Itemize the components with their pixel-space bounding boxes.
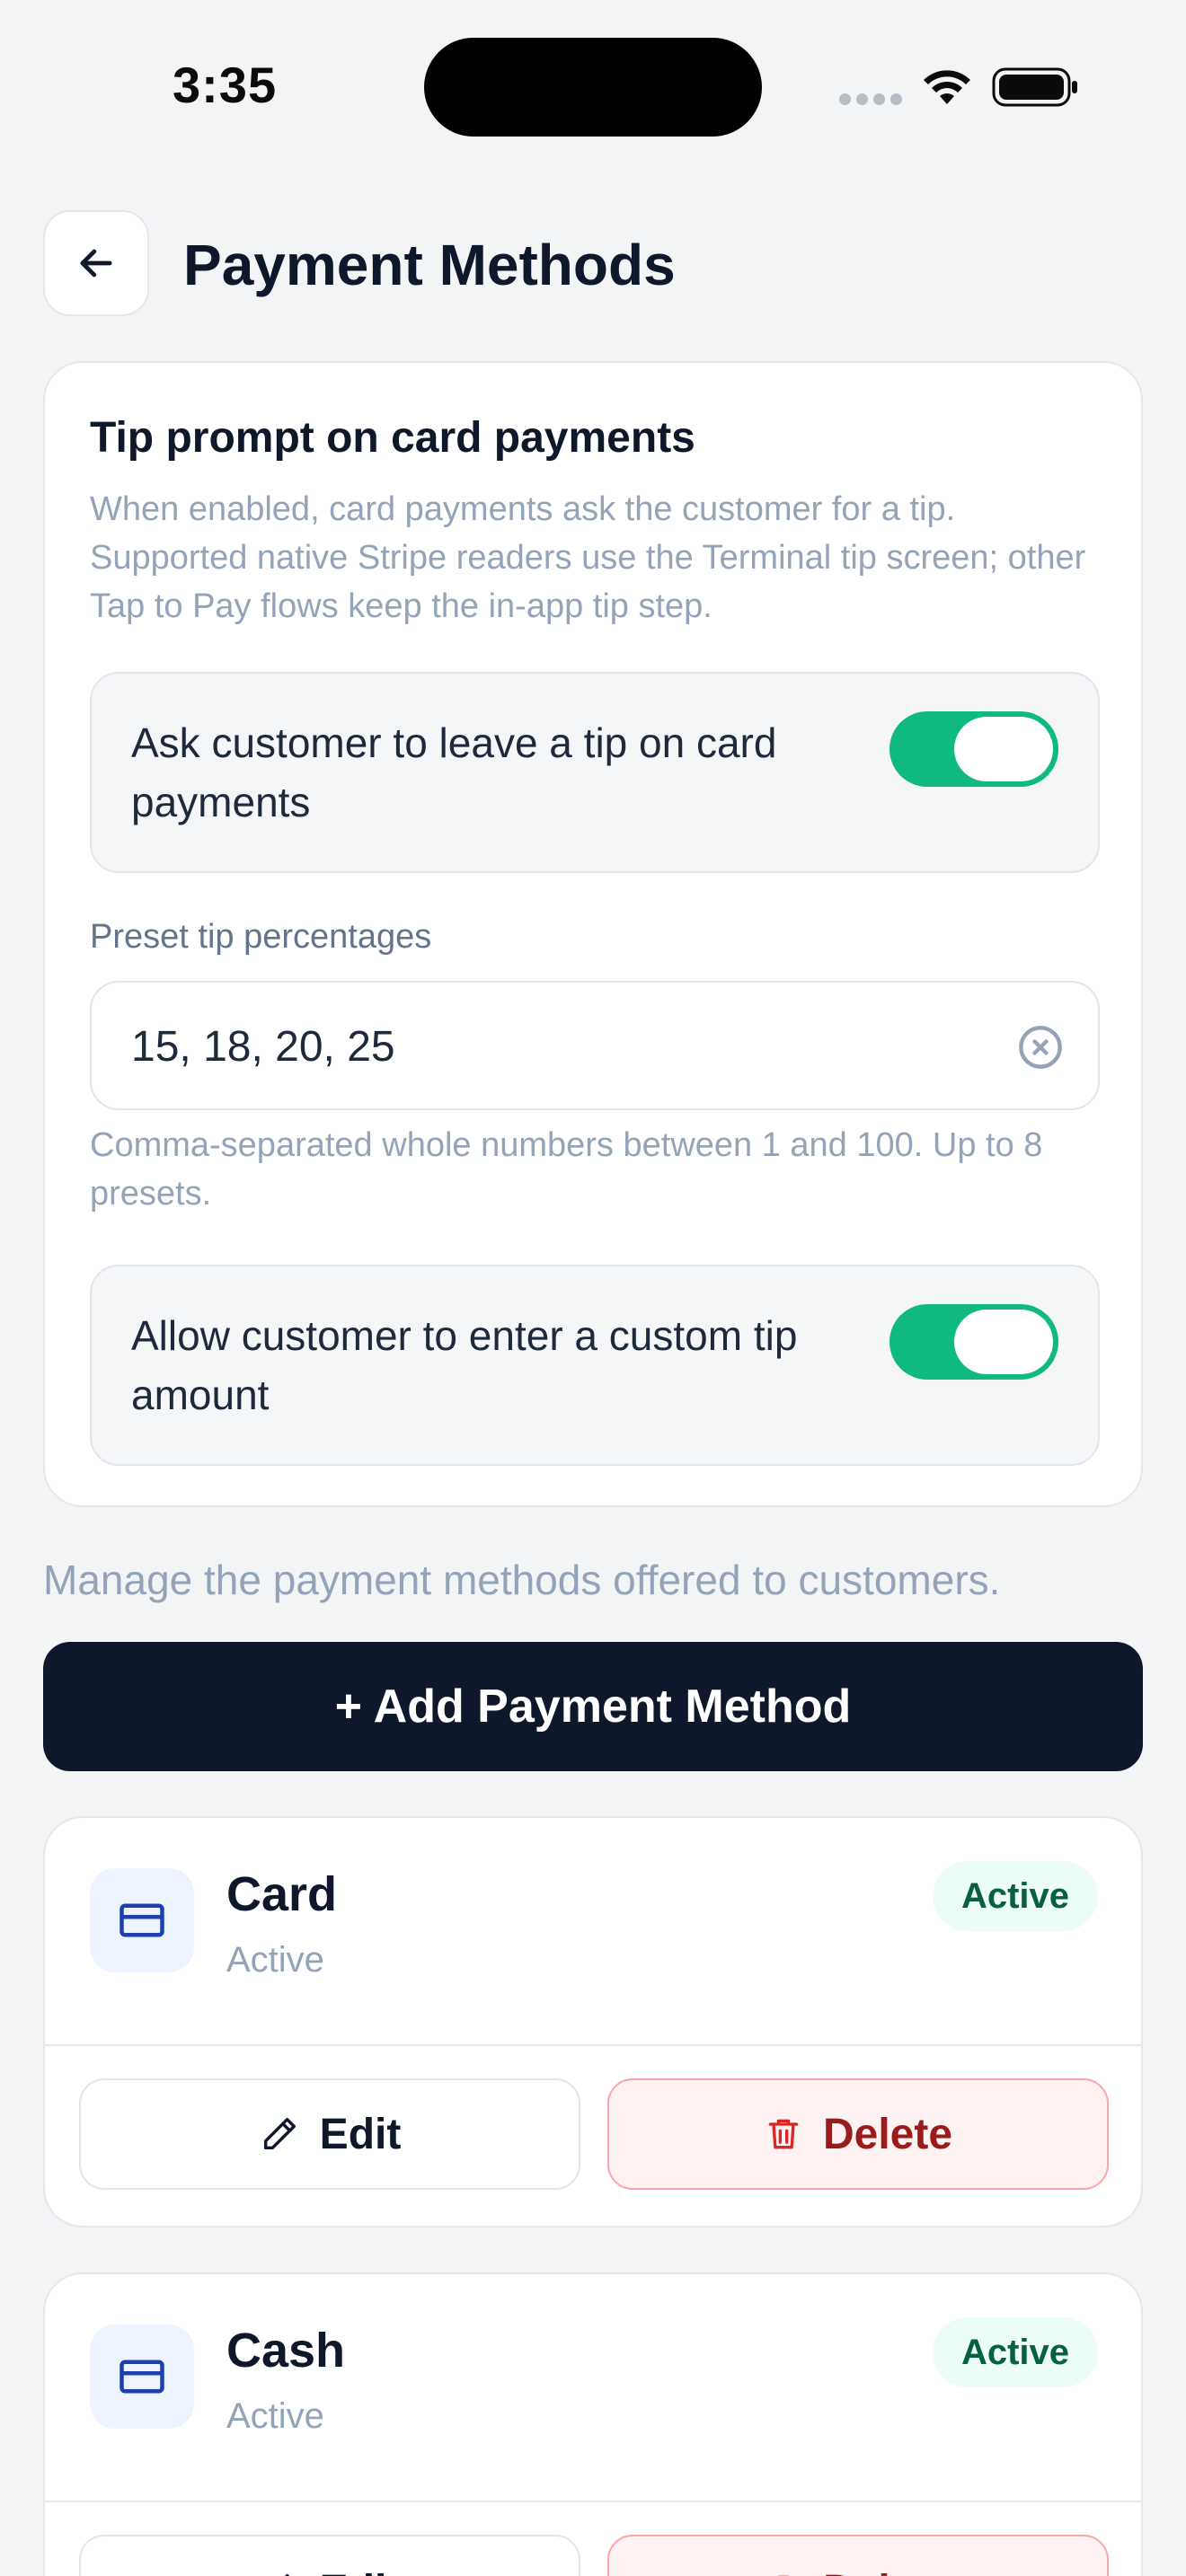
- clear-icon[interactable]: [1017, 1024, 1064, 1071]
- arrow-left-icon: [80, 249, 112, 278]
- payment-methods-screen: 3:35 Payment Methods Tip prompt on card …: [0, 0, 1186, 2576]
- wifi-icon: [924, 70, 970, 104]
- divider: [45, 2501, 1141, 2502]
- preset-tip-helper: Comma-separated whole numbers between 1 …: [90, 1126, 1043, 1213]
- tip-card-title: Tip prompt on card payments: [90, 414, 695, 462]
- custom-tip-label: Allow customer to enter a custom tip amo…: [131, 1312, 798, 1418]
- payment-method-card: Cash Active Active Edit Delete: [43, 2272, 1143, 2576]
- toggle-knob: [954, 717, 1053, 781]
- ask-tip-row: Ask customer to leave a tip on card paym…: [90, 672, 1100, 873]
- edit-button[interactable]: Edit: [79, 2078, 580, 2190]
- delete-button[interactable]: Delete: [607, 2535, 1109, 2576]
- method-status-text: Active: [226, 1940, 324, 1980]
- ask-tip-label: Ask customer to leave a tip on card paym…: [131, 719, 777, 825]
- tip-prompt-card: Tip prompt on card payments When enabled…: [43, 361, 1143, 1507]
- cellular-signal-icon: [839, 93, 902, 108]
- status-bar: 3:35: [0, 0, 1186, 171]
- status-badge: Active: [932, 2317, 1098, 2387]
- page-title: Payment Methods: [183, 233, 676, 297]
- status-time: 3:35: [173, 57, 278, 113]
- status-badge: Active: [932, 1861, 1098, 1931]
- custom-tip-row: Allow customer to enter a custom tip amo…: [90, 1265, 1100, 1466]
- custom-tip-toggle[interactable]: [890, 1304, 1058, 1380]
- credit-card-icon: [90, 1868, 194, 1972]
- delete-label: Delete: [822, 2110, 953, 2158]
- manage-methods-text: Manage the payment methods offered to cu…: [43, 1557, 1001, 1603]
- toggle-knob: [954, 1310, 1053, 1374]
- credit-card-icon: [90, 2325, 194, 2429]
- trash-icon: [768, 2119, 799, 2149]
- payment-method-card: Card Active Active Edit Delete: [43, 1816, 1143, 2228]
- delete-label: Delete: [823, 2566, 952, 2576]
- tip-card-description: When enabled, card payments ask the cust…: [90, 490, 1086, 625]
- ask-tip-toggle[interactable]: [890, 711, 1058, 787]
- preset-tip-value: 15, 18, 20, 25: [131, 1023, 395, 1071]
- battery-icon: [992, 67, 1077, 107]
- dynamic-island: [424, 38, 762, 137]
- pencil-icon: [284, 2573, 290, 2576]
- edit-label: Edit: [320, 2566, 402, 2576]
- edit-label: Edit: [319, 2110, 402, 2158]
- divider: [45, 2044, 1141, 2046]
- pencil-icon: [263, 2117, 296, 2150]
- preset-tip-label: Preset tip percentages: [90, 918, 432, 956]
- add-payment-method-button[interactable]: + Add Payment Method: [43, 1642, 1143, 1771]
- method-status-text: Active: [226, 2396, 324, 2436]
- method-name: Card: [226, 1867, 338, 1921]
- delete-button[interactable]: Delete: [607, 2078, 1109, 2190]
- method-name: Cash: [226, 2324, 346, 2378]
- back-button[interactable]: [43, 210, 149, 316]
- edit-button[interactable]: Edit: [79, 2535, 580, 2576]
- preset-tip-input[interactable]: 15, 18, 20, 25: [90, 981, 1100, 1110]
- trash-icon: [777, 2575, 790, 2576]
